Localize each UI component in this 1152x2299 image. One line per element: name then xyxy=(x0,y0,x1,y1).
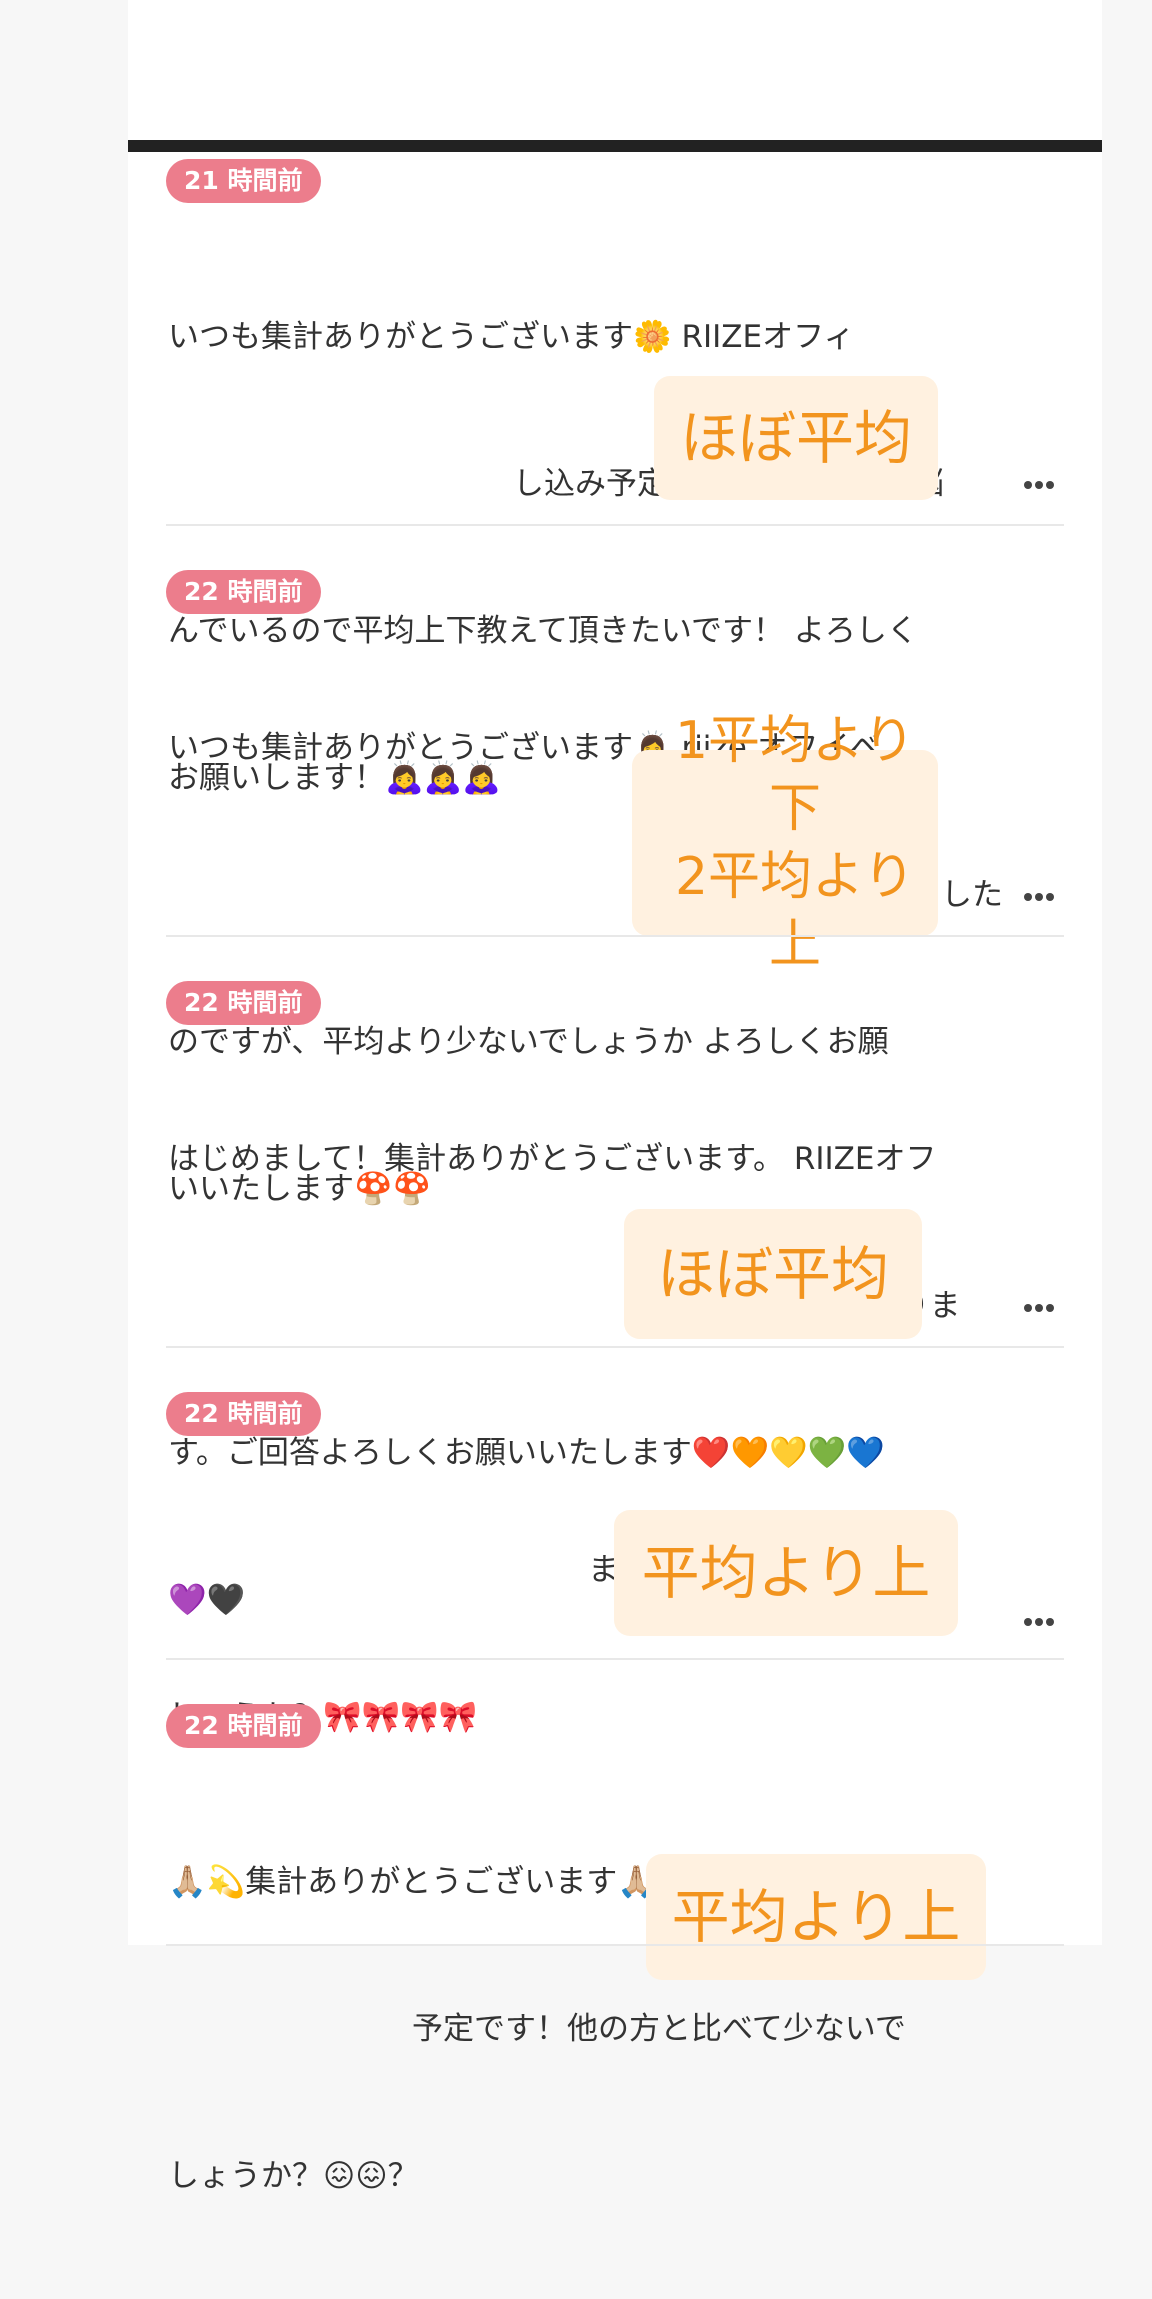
divider xyxy=(166,524,1064,526)
answer-sticker: ほぼ平均 xyxy=(624,1209,922,1339)
comment-item: 22 時間前 いつも集計ありがとうございます🙇‍♀️ riize オフイベ 予定… xyxy=(166,570,1064,1207)
more-options-icon[interactable] xyxy=(1024,893,1054,901)
answer-sticker: 1平均より下 2平均より上 xyxy=(632,711,938,975)
divider xyxy=(166,935,1064,937)
time-badge: 22 時間前 xyxy=(166,1704,321,1748)
comment-line: はじめまして！集計ありがとうございます。 RIIZEオフ xyxy=(168,1141,937,1177)
more-options-icon[interactable] xyxy=(1024,481,1054,489)
comment-item: 22 時間前 ます🎀🎀🎀🎀 いかがで しょうか？🎀🎀🎀🎀 平均より上 xyxy=(166,1392,1064,1735)
answer-line: 1平均より下 xyxy=(674,711,916,839)
answer-line: 2平均より上 xyxy=(674,847,916,975)
comment-line: いつも集計ありがとうございます🌼 RIIZEオフィ xyxy=(168,319,855,355)
answer-sticker: ほぼ平均 xyxy=(654,376,938,500)
time-badge: 22 時間前 xyxy=(166,981,321,1025)
comment-item: 22 時間前 はじめまして！集計ありがとうございます。 RIIZEオフ えており… xyxy=(166,981,1064,1618)
divider xyxy=(166,1658,1064,1660)
comment-item: 21 時間前 いつも集計ありがとうございます🌼 RIIZEオフィ し込み予定です… xyxy=(166,159,1064,796)
answer-sticker: 平均より上 xyxy=(646,1854,986,1980)
more-options-icon[interactable] xyxy=(1024,1304,1054,1312)
comment-text: 🙏🏼💫集計ありがとうございます🙏🏼💫 予定です！他の方と比べて少ないで しょうか… xyxy=(168,1760,1020,2299)
time-badge: 22 時間前 xyxy=(166,570,321,614)
comment-line: 予定です！他の方と比べて少ないで xyxy=(412,2011,906,2047)
divider xyxy=(166,1944,1064,1946)
comment-list: 21 時間前 いつも集計ありがとうございます🌼 RIIZEオフィ し込み予定です… xyxy=(0,0,1152,2194)
comment-line: しょうか？😖😖？ xyxy=(168,2158,419,2194)
time-badge: 21 時間前 xyxy=(166,159,321,203)
divider xyxy=(166,1346,1064,1348)
comment-item: 22 時間前 🙏🏼💫集計ありがとうございます🙏🏼💫 予定です！他の方と比べて少な… xyxy=(166,1704,1064,2194)
time-badge: 22 時間前 xyxy=(166,1392,321,1436)
more-options-icon[interactable] xyxy=(1024,1618,1054,1626)
answer-sticker: 平均より上 xyxy=(614,1510,958,1636)
